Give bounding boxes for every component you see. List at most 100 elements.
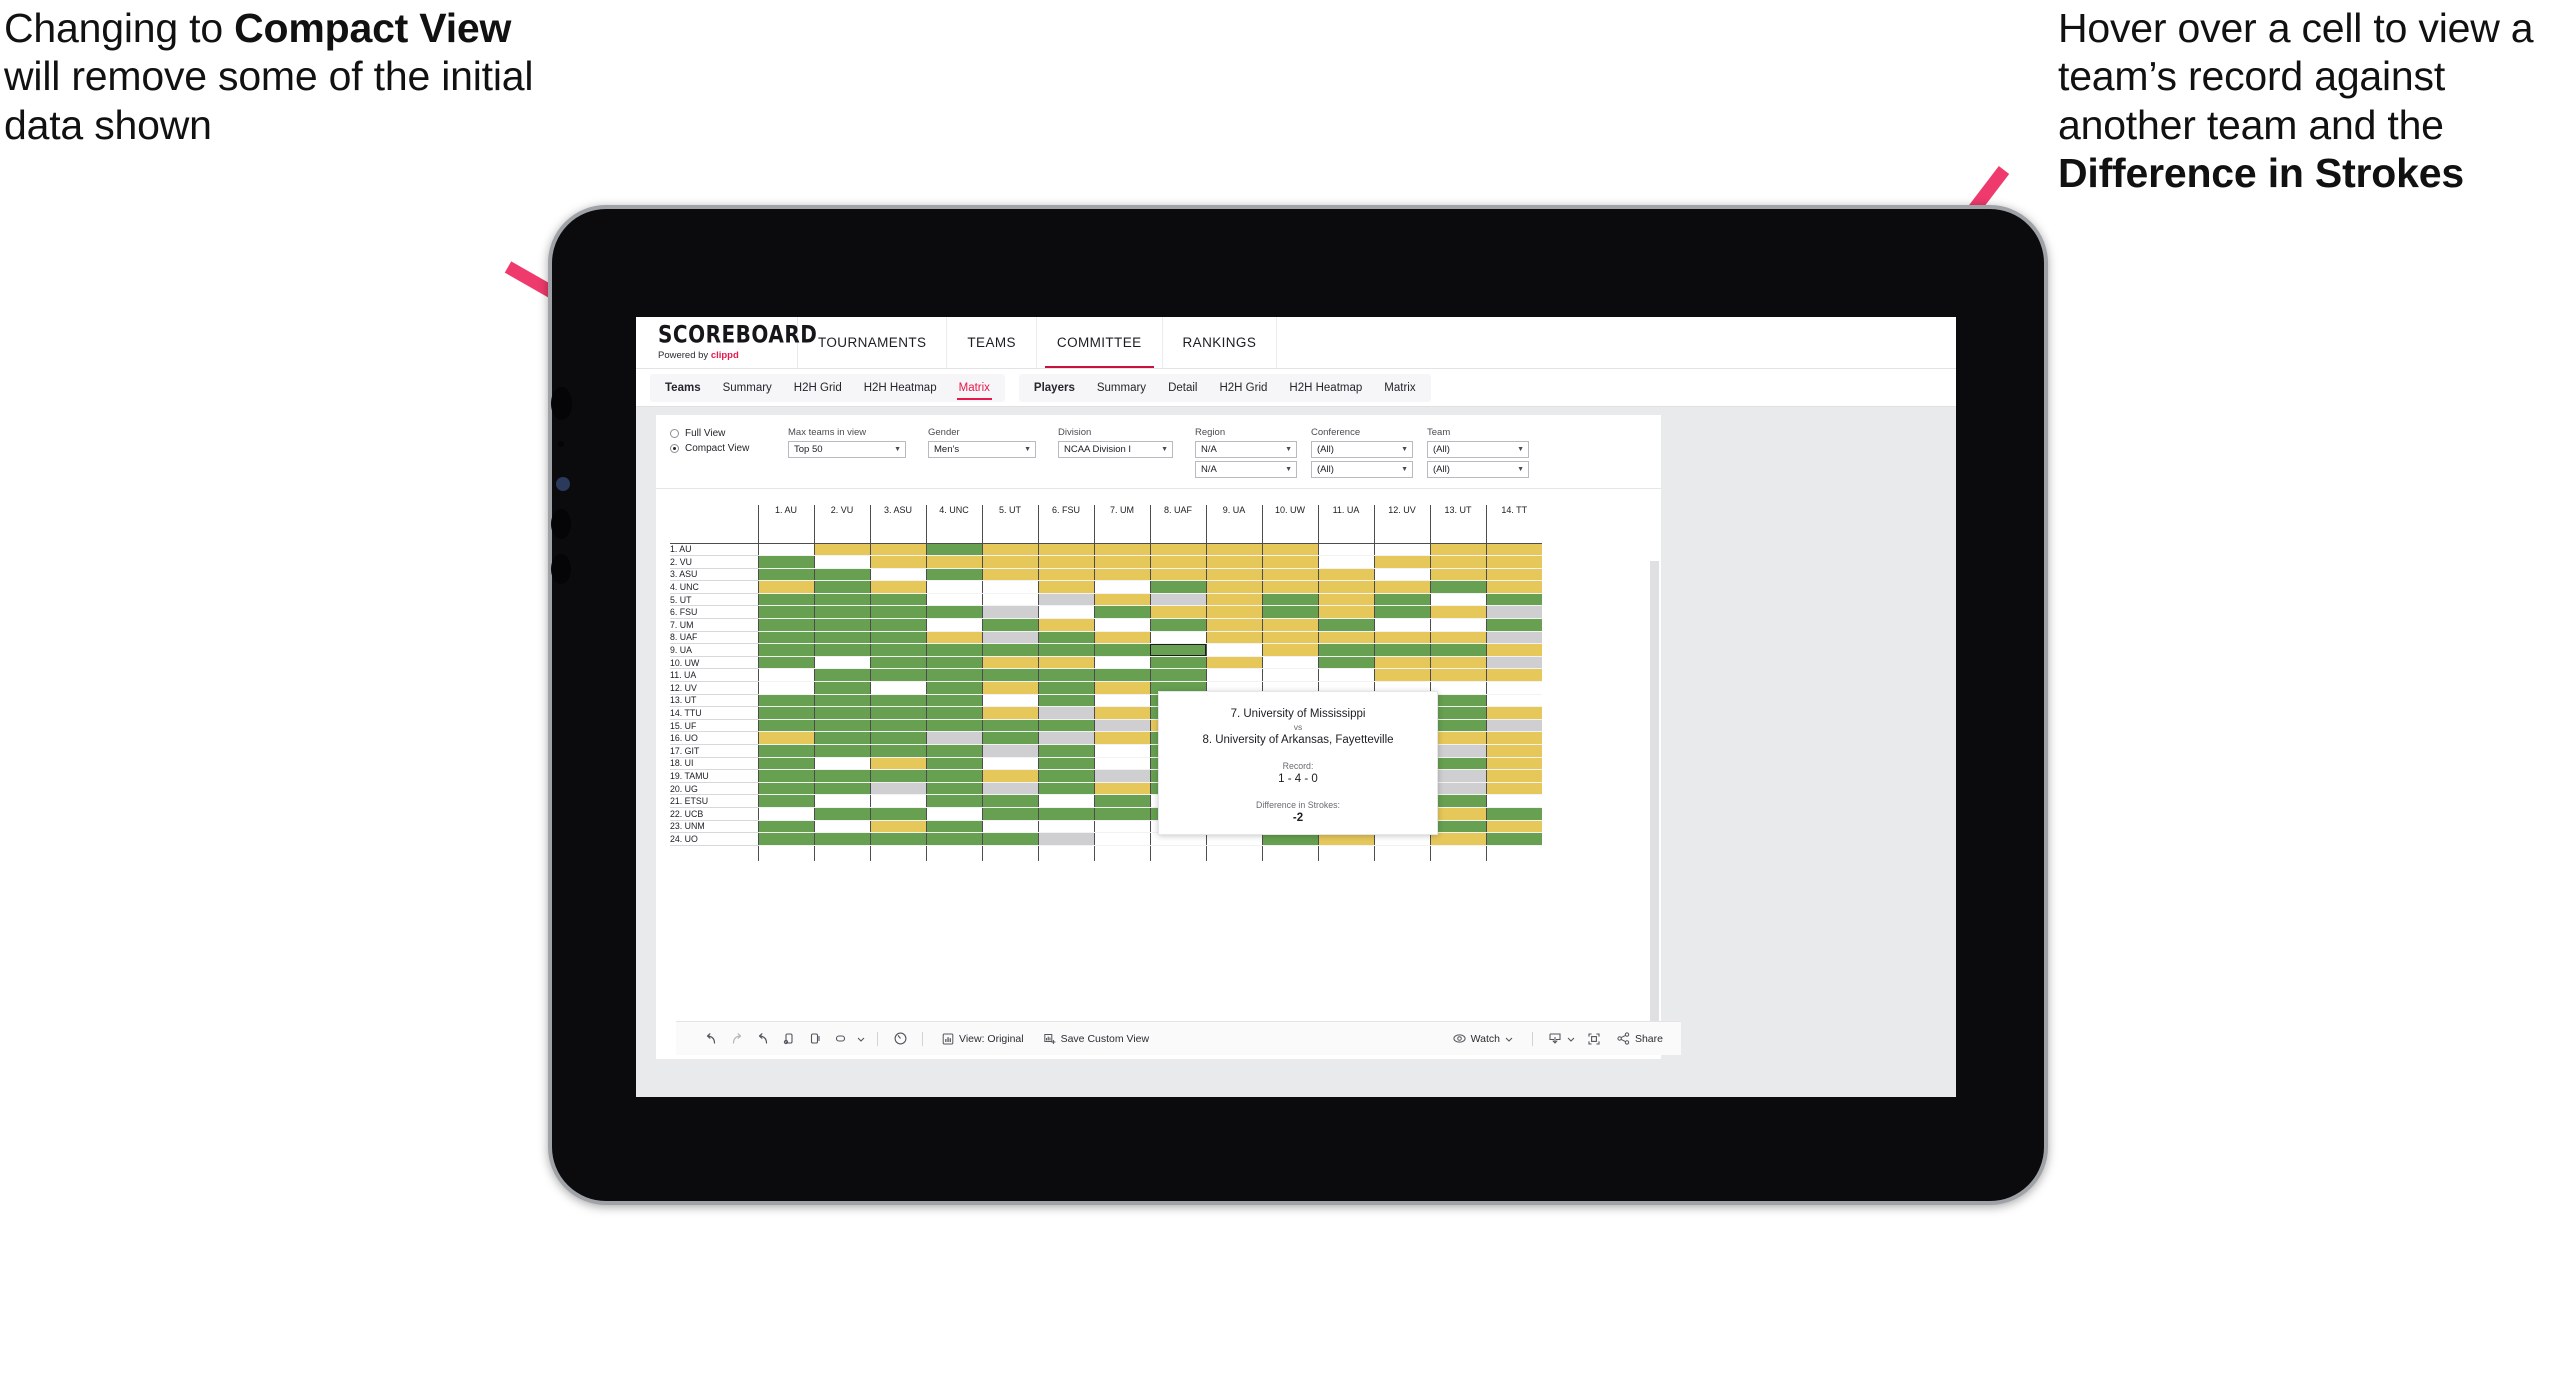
matrix-cell[interactable] [981,631,1038,645]
matrix-cell[interactable] [869,580,926,594]
matrix-cell[interactable] [1037,618,1094,632]
matrix-cell[interactable] [925,605,982,620]
matrix-cell[interactable] [981,543,1038,557]
matrix-cell[interactable] [981,643,1038,657]
matrix-cell[interactable] [1093,782,1150,796]
matrix-cell[interactable] [1429,807,1486,821]
matrix-row-header[interactable]: 7. UM [670,618,758,632]
matrix-cell[interactable] [981,656,1038,670]
undo-icon[interactable] [698,1032,724,1046]
matrix-cell[interactable] [757,744,814,758]
filter-team-select-1[interactable]: (All) ▼ [1427,441,1529,458]
matrix-cell[interactable] [813,769,870,783]
matrix-column-header[interactable]: 14. TT [1485,505,1542,544]
matrix-cell[interactable] [1317,543,1374,557]
radio-full-view[interactable]: Full View [670,428,788,439]
matrix-cell[interactable] [981,593,1038,607]
matrix-row-header[interactable]: 8. UAF [670,631,758,645]
matrix-cell[interactable] [1317,605,1374,620]
matrix-cell[interactable] [813,731,870,745]
matrix-cell[interactable] [1149,568,1206,582]
matrix-cell[interactable] [925,807,982,821]
matrix-cell[interactable] [981,568,1038,582]
matrix-row-header[interactable]: 18. UI [670,757,758,771]
matrix-cell[interactable] [757,618,814,632]
matrix-cell[interactable] [981,668,1038,683]
matrix-cell[interactable] [1429,769,1486,783]
matrix-cell[interactable] [925,631,982,645]
matrix-cell[interactable] [757,719,814,733]
matrix-column-header[interactable]: 6. FSU [1037,505,1094,544]
matrix-cell[interactable] [1037,782,1094,796]
matrix-cell[interactable] [981,757,1038,771]
matrix-cell[interactable] [869,681,926,695]
filter-gender-select[interactable]: Men’s ▼ [928,441,1036,458]
share-button[interactable]: Share [1607,1032,1681,1045]
matrix-cell[interactable] [1093,593,1150,607]
matrix-cell[interactable] [1037,568,1094,582]
matrix-cell[interactable] [869,807,926,821]
matrix-cell[interactable] [1093,820,1150,834]
matrix-cell[interactable] [1261,618,1318,632]
matrix-cell[interactable] [1205,618,1262,632]
matrix-column-header[interactable]: 4. UNC [925,505,982,544]
matrix-cell[interactable] [757,794,814,808]
matrix-cell[interactable] [757,656,814,670]
matrix-cell[interactable] [813,807,870,821]
matrix-cell[interactable] [981,782,1038,796]
matrix-row-header[interactable]: 17. GIT [670,744,758,758]
matrix-cell[interactable] [813,706,870,720]
filter-region-select-1[interactable]: N/A ▼ [1195,441,1297,458]
matrix-cell[interactable] [1093,656,1150,670]
matrix-cell[interactable] [1037,757,1094,771]
download-button[interactable] [1542,1032,1581,1046]
matrix-cell[interactable] [813,643,870,657]
matrix-cell[interactable] [1485,769,1542,783]
matrix-cell[interactable] [1485,656,1542,670]
filter-max-teams-select[interactable]: Top 50 ▼ [788,441,906,458]
matrix-cell[interactable] [1093,668,1150,683]
matrix-cell[interactable] [1373,555,1430,569]
matrix-cell[interactable] [1485,631,1542,645]
matrix-cell[interactable] [813,820,870,834]
matrix-cell[interactable] [925,820,982,834]
matrix-cell[interactable] [813,543,870,557]
matrix-cell[interactable] [1373,668,1430,683]
matrix-cell[interactable] [1429,605,1486,620]
matrix-cell[interactable] [1373,631,1430,645]
matrix-cell[interactable] [925,794,982,808]
matrix-cell[interactable] [869,631,926,645]
subnav-item-teams-h2h-grid[interactable]: H2H Grid [783,374,853,402]
subnav-item-players-h2h-grid[interactable]: H2H Grid [1208,374,1278,402]
matrix-cell[interactable] [1429,794,1486,808]
matrix-cell[interactable] [981,719,1038,733]
matrix-cell[interactable] [1093,643,1150,657]
view-original-button[interactable]: View: Original [932,1033,1034,1045]
matrix-cell[interactable] [1485,706,1542,720]
matrix-cell[interactable] [981,744,1038,758]
matrix-cell[interactable] [981,794,1038,808]
matrix-cell[interactable] [757,580,814,594]
matrix-cell[interactable] [1485,643,1542,657]
matrix-cell[interactable] [757,820,814,834]
matrix-cell[interactable] [1317,618,1374,632]
matrix-cell[interactable] [757,555,814,569]
matrix-cell[interactable] [1261,643,1318,657]
matrix-cell[interactable] [1317,668,1374,683]
matrix-cell[interactable] [869,769,926,783]
matrix-cell[interactable] [925,593,982,607]
matrix-row-header[interactable]: 9. UA [670,643,758,657]
matrix-cell[interactable] [813,656,870,670]
matrix-cell[interactable] [1317,631,1374,645]
matrix-cell[interactable] [1093,757,1150,771]
matrix-cell[interactable] [1485,719,1542,733]
matrix-cell[interactable] [925,719,982,733]
matrix-cell[interactable] [1373,580,1430,594]
matrix-column-header[interactable]: 3. ASU [869,505,926,544]
matrix-cell[interactable] [813,681,870,695]
matrix-cell[interactable] [869,568,926,582]
matrix-cell[interactable] [757,668,814,683]
matrix-cell[interactable] [1093,832,1150,846]
matrix-cell[interactable] [1429,744,1486,758]
matrix-cell[interactable] [1261,543,1318,557]
